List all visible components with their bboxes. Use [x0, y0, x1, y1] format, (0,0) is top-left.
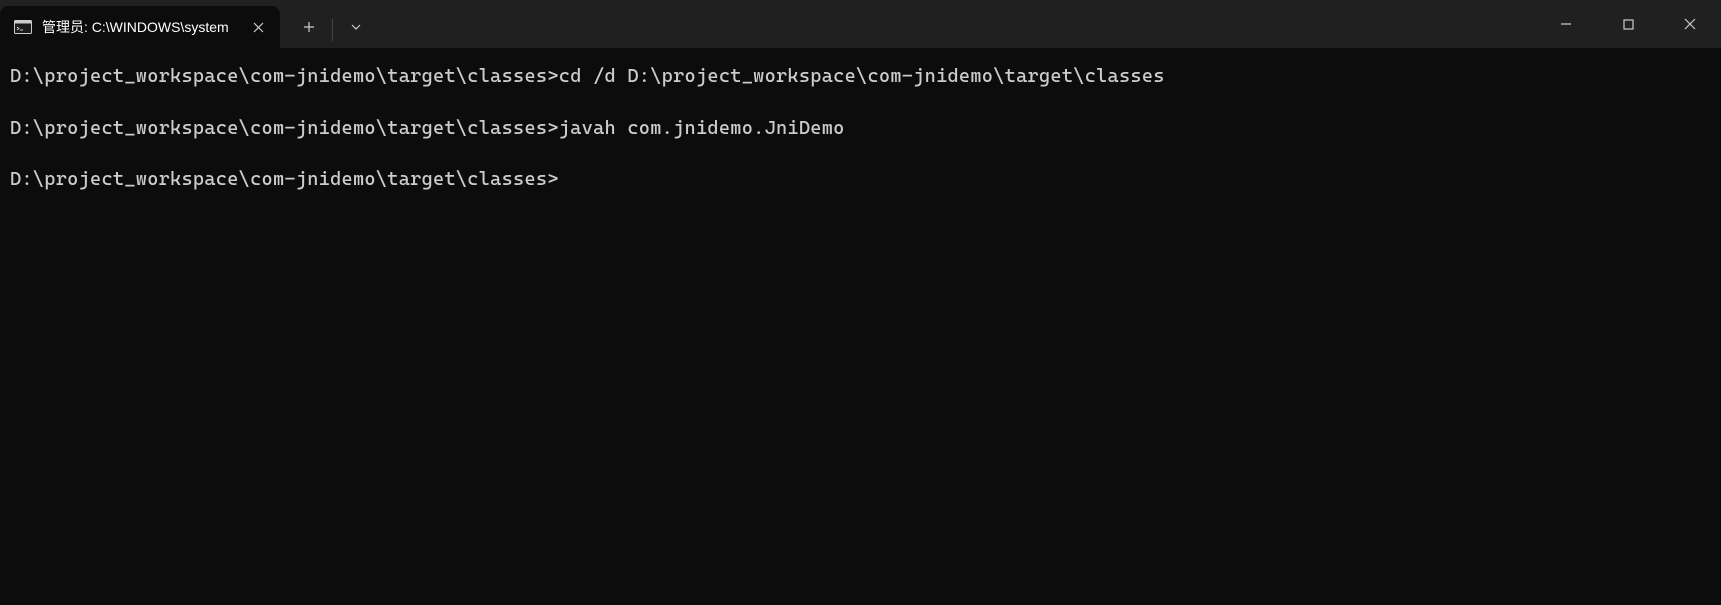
terminal-line: D:\project_workspace\com-jnidemo\target\…	[10, 64, 1711, 90]
prompt: D:\project_workspace\com-jnidemo\target\…	[10, 168, 559, 190]
terminal-output[interactable]: D:\project_workspace\com-jnidemo\target\…	[0, 48, 1721, 209]
close-button[interactable]	[1659, 0, 1721, 48]
minimize-button[interactable]	[1535, 0, 1597, 48]
terminal-line: D:\project_workspace\com-jnidemo\target\…	[10, 167, 1711, 193]
titlebar-drag-area[interactable]	[377, 0, 1535, 48]
command-text: javah com.jnidemo.JniDemo	[559, 117, 845, 139]
titlebar-actions	[280, 0, 377, 48]
window-controls	[1535, 0, 1721, 48]
divider	[332, 19, 333, 41]
command-text: cd /d D:\project_workspace\com-jnidemo\t…	[559, 65, 1165, 87]
maximize-button[interactable]	[1597, 0, 1659, 48]
terminal-icon	[14, 18, 32, 36]
titlebar: 管理员: C:\WINDOWS\system	[0, 0, 1721, 48]
new-tab-button[interactable]	[288, 8, 330, 46]
prompt: D:\project_workspace\com-jnidemo\target\…	[10, 65, 559, 87]
terminal-tab[interactable]: 管理员: C:\WINDOWS\system	[0, 6, 280, 48]
tab-dropdown-button[interactable]	[335, 8, 377, 46]
tab-title: 管理员: C:\WINDOWS\system	[42, 17, 238, 37]
prompt: D:\project_workspace\com-jnidemo\target\…	[10, 117, 559, 139]
terminal-line: D:\project_workspace\com-jnidemo\target\…	[10, 116, 1711, 142]
tab-close-button[interactable]	[248, 17, 268, 37]
